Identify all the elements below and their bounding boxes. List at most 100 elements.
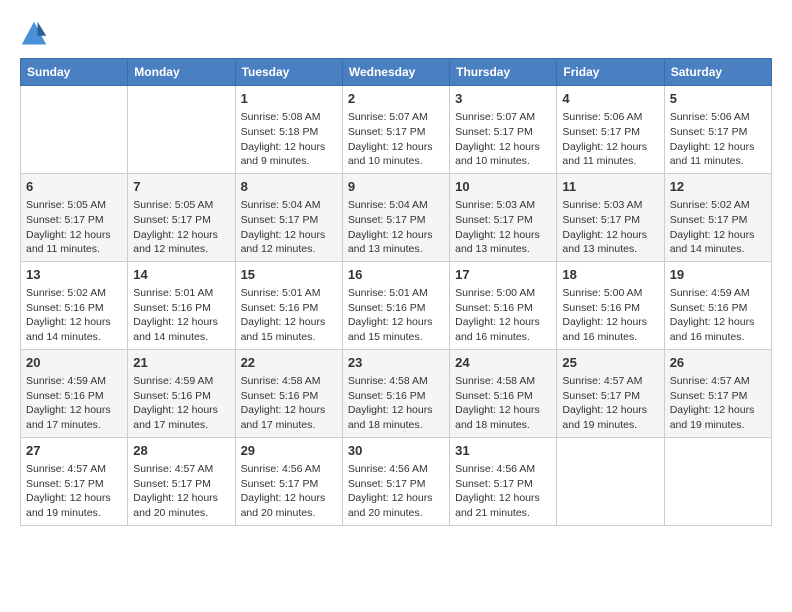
calendar-cell: 10 Sunrise: 5:03 AMSunset: 5:17 PMDayligh… xyxy=(450,173,557,261)
day-info: Sunrise: 5:03 AMSunset: 5:17 PMDaylight:… xyxy=(562,198,658,257)
day-info: Sunrise: 4:59 AMSunset: 5:16 PMDaylight:… xyxy=(133,374,229,433)
day-number: 12 xyxy=(670,178,766,196)
calendar-cell: 15 Sunrise: 5:01 AMSunset: 5:16 PMDayligh… xyxy=(235,261,342,349)
day-info: Sunrise: 5:00 AMSunset: 5:16 PMDaylight:… xyxy=(562,286,658,345)
logo-icon xyxy=(20,20,48,48)
day-info: Sunrise: 4:58 AMSunset: 5:16 PMDaylight:… xyxy=(241,374,337,433)
day-info: Sunrise: 4:57 AMSunset: 5:17 PMDaylight:… xyxy=(26,462,122,521)
day-number: 26 xyxy=(670,354,766,372)
header-day-monday: Monday xyxy=(128,59,235,86)
day-number: 7 xyxy=(133,178,229,196)
day-info: Sunrise: 4:58 AMSunset: 5:16 PMDaylight:… xyxy=(348,374,444,433)
header-day-saturday: Saturday xyxy=(664,59,771,86)
calendar-cell: 9 Sunrise: 5:04 AMSunset: 5:17 PMDaylight… xyxy=(342,173,449,261)
calendar-cell: 26 Sunrise: 4:57 AMSunset: 5:17 PMDayligh… xyxy=(664,349,771,437)
calendar-cell: 23 Sunrise: 4:58 AMSunset: 5:16 PMDayligh… xyxy=(342,349,449,437)
calendar-table: SundayMondayTuesdayWednesdayThursdayFrid… xyxy=(20,58,772,526)
day-info: Sunrise: 5:07 AMSunset: 5:17 PMDaylight:… xyxy=(348,110,444,169)
day-number: 21 xyxy=(133,354,229,372)
day-number: 9 xyxy=(348,178,444,196)
day-info: Sunrise: 4:59 AMSunset: 5:16 PMDaylight:… xyxy=(670,286,766,345)
day-info: Sunrise: 5:05 AMSunset: 5:17 PMDaylight:… xyxy=(26,198,122,257)
day-number: 30 xyxy=(348,442,444,460)
day-number: 1 xyxy=(241,90,337,108)
week-row-3: 13 Sunrise: 5:02 AMSunset: 5:16 PMDayligh… xyxy=(21,261,772,349)
day-info: Sunrise: 5:04 AMSunset: 5:17 PMDaylight:… xyxy=(348,198,444,257)
header-day-thursday: Thursday xyxy=(450,59,557,86)
logo xyxy=(20,20,52,48)
calendar-cell: 7 Sunrise: 5:05 AMSunset: 5:17 PMDaylight… xyxy=(128,173,235,261)
calendar-cell: 29 Sunrise: 4:56 AMSunset: 5:17 PMDayligh… xyxy=(235,437,342,525)
calendar-cell: 5 Sunrise: 5:06 AMSunset: 5:17 PMDaylight… xyxy=(664,86,771,174)
day-number: 15 xyxy=(241,266,337,284)
day-number: 17 xyxy=(455,266,551,284)
calendar-cell xyxy=(21,86,128,174)
day-number: 22 xyxy=(241,354,337,372)
header-row: SundayMondayTuesdayWednesdayThursdayFrid… xyxy=(21,59,772,86)
week-row-5: 27Sunrise: 4:57 AMSunset: 5:17 PMDayligh… xyxy=(21,437,772,525)
day-number: 23 xyxy=(348,354,444,372)
day-number: 3 xyxy=(455,90,551,108)
day-info: Sunrise: 5:06 AMSunset: 5:17 PMDaylight:… xyxy=(562,110,658,169)
day-number: 16 xyxy=(348,266,444,284)
day-info: Sunrise: 5:05 AMSunset: 5:17 PMDaylight:… xyxy=(133,198,229,257)
day-info: Sunrise: 5:01 AMSunset: 5:16 PMDaylight:… xyxy=(348,286,444,345)
day-info: Sunrise: 5:08 AMSunset: 5:18 PMDaylight:… xyxy=(241,110,337,169)
header-day-friday: Friday xyxy=(557,59,664,86)
calendar-cell: 14 Sunrise: 5:01 AMSunset: 5:16 PMDayligh… xyxy=(128,261,235,349)
day-info: Sunrise: 4:58 AMSunset: 5:16 PMDaylight:… xyxy=(455,374,551,433)
calendar-cell: 1 Sunrise: 5:08 AMSunset: 5:18 PMDaylight… xyxy=(235,86,342,174)
day-info: Sunrise: 4:56 AMSunset: 5:17 PMDaylight:… xyxy=(241,462,337,521)
calendar-cell: 31Sunrise: 4:56 AMSunset: 5:17 PMDayligh… xyxy=(450,437,557,525)
day-info: Sunrise: 5:06 AMSunset: 5:17 PMDaylight:… xyxy=(670,110,766,169)
day-number: 28 xyxy=(133,442,229,460)
calendar-cell: 19Sunrise: 4:59 AMSunset: 5:16 PMDayligh… xyxy=(664,261,771,349)
calendar-cell: 25 Sunrise: 4:57 AMSunset: 5:17 PMDayligh… xyxy=(557,349,664,437)
calendar-cell xyxy=(128,86,235,174)
week-row-2: 6 Sunrise: 5:05 AMSunset: 5:17 PMDaylight… xyxy=(21,173,772,261)
calendar-cell: 27Sunrise: 4:57 AMSunset: 5:17 PMDayligh… xyxy=(21,437,128,525)
day-number: 11 xyxy=(562,178,658,196)
page-header xyxy=(20,20,772,48)
calendar-cell: 30 Sunrise: 4:56 AMSunset: 5:17 PMDayligh… xyxy=(342,437,449,525)
day-info: Sunrise: 4:57 AMSunset: 5:17 PMDaylight:… xyxy=(562,374,658,433)
calendar-body: 1 Sunrise: 5:08 AMSunset: 5:18 PMDaylight… xyxy=(21,86,772,526)
day-info: Sunrise: 5:02 AMSunset: 5:17 PMDaylight:… xyxy=(670,198,766,257)
day-info: Sunrise: 5:01 AMSunset: 5:16 PMDaylight:… xyxy=(133,286,229,345)
calendar-cell: 18Sunrise: 5:00 AMSunset: 5:16 PMDayligh… xyxy=(557,261,664,349)
day-number: 14 xyxy=(133,266,229,284)
calendar-cell: 16 Sunrise: 5:01 AMSunset: 5:16 PMDayligh… xyxy=(342,261,449,349)
day-number: 6 xyxy=(26,178,122,196)
header-day-wednesday: Wednesday xyxy=(342,59,449,86)
day-info: Sunrise: 4:56 AMSunset: 5:17 PMDaylight:… xyxy=(348,462,444,521)
day-info: Sunrise: 5:02 AMSunset: 5:16 PMDaylight:… xyxy=(26,286,122,345)
calendar-cell: 13 Sunrise: 5:02 AMSunset: 5:16 PMDayligh… xyxy=(21,261,128,349)
day-number: 13 xyxy=(26,266,122,284)
day-number: 24 xyxy=(455,354,551,372)
day-number: 29 xyxy=(241,442,337,460)
day-number: 10 xyxy=(455,178,551,196)
calendar-cell: 3 Sunrise: 5:07 AMSunset: 5:17 PMDaylight… xyxy=(450,86,557,174)
day-info: Sunrise: 5:01 AMSunset: 5:16 PMDaylight:… xyxy=(241,286,337,345)
header-day-tuesday: Tuesday xyxy=(235,59,342,86)
calendar-cell: 2Sunrise: 5:07 AMSunset: 5:17 PMDaylight… xyxy=(342,86,449,174)
day-info: Sunrise: 5:07 AMSunset: 5:17 PMDaylight:… xyxy=(455,110,551,169)
header-day-sunday: Sunday xyxy=(21,59,128,86)
calendar-header: SundayMondayTuesdayWednesdayThursdayFrid… xyxy=(21,59,772,86)
day-number: 5 xyxy=(670,90,766,108)
day-number: 31 xyxy=(455,442,551,460)
day-number: 25 xyxy=(562,354,658,372)
day-info: Sunrise: 5:04 AMSunset: 5:17 PMDaylight:… xyxy=(241,198,337,257)
week-row-1: 1 Sunrise: 5:08 AMSunset: 5:18 PMDaylight… xyxy=(21,86,772,174)
calendar-cell: 6 Sunrise: 5:05 AMSunset: 5:17 PMDaylight… xyxy=(21,173,128,261)
day-info: Sunrise: 5:00 AMSunset: 5:16 PMDaylight:… xyxy=(455,286,551,345)
day-number: 20 xyxy=(26,354,122,372)
day-info: Sunrise: 4:57 AMSunset: 5:17 PMDaylight:… xyxy=(670,374,766,433)
day-info: Sunrise: 4:59 AMSunset: 5:16 PMDaylight:… xyxy=(26,374,122,433)
calendar-cell: 21 Sunrise: 4:59 AMSunset: 5:16 PMDayligh… xyxy=(128,349,235,437)
calendar-cell: 17 Sunrise: 5:00 AMSunset: 5:16 PMDayligh… xyxy=(450,261,557,349)
calendar-cell: 28Sunrise: 4:57 AMSunset: 5:17 PMDayligh… xyxy=(128,437,235,525)
day-info: Sunrise: 5:03 AMSunset: 5:17 PMDaylight:… xyxy=(455,198,551,257)
calendar-cell: 4Sunrise: 5:06 AMSunset: 5:17 PMDaylight… xyxy=(557,86,664,174)
calendar-cell xyxy=(664,437,771,525)
